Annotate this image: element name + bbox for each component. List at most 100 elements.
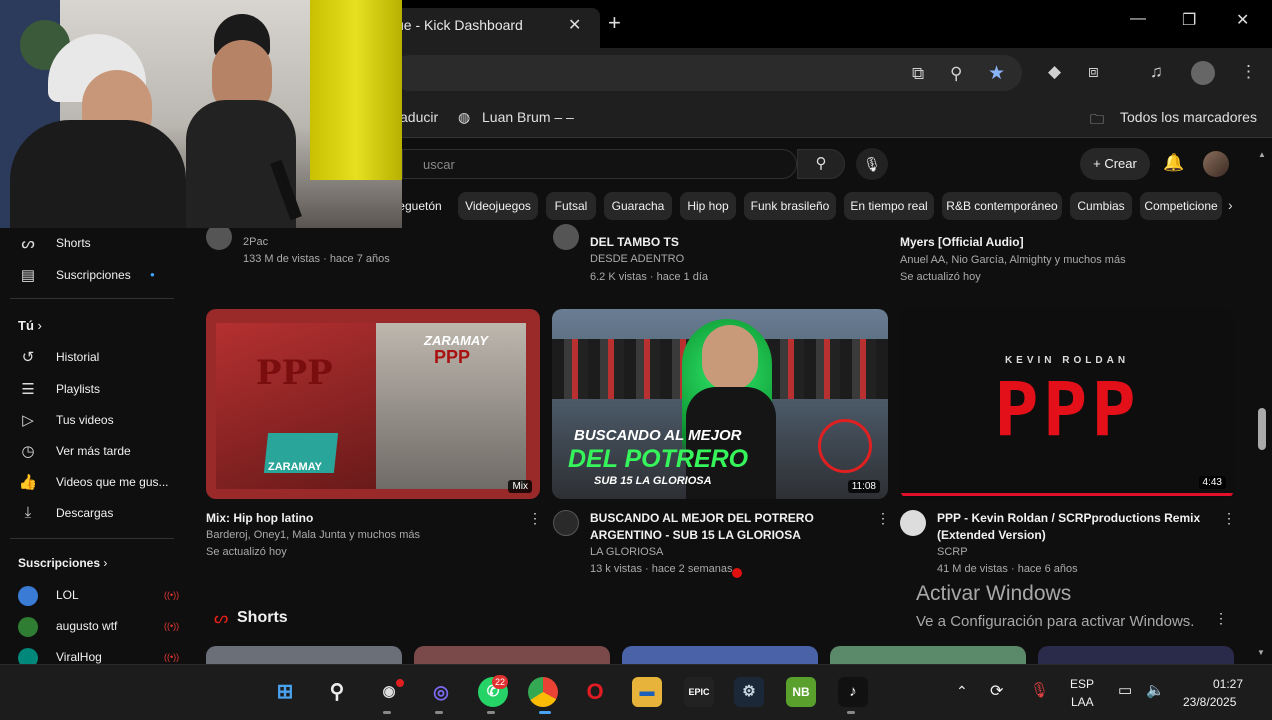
scrollbar-top-arrow[interactable]: ▲ [1258, 144, 1268, 190]
short-thumbnail[interactable] [206, 646, 402, 664]
chevron-up-icon[interactable]: ⌃ [956, 683, 968, 700]
short-thumbnail[interactable] [1038, 646, 1234, 664]
shorts-options-icon[interactable]: ⋮ [1214, 610, 1228, 627]
chrome-icon[interactable] [528, 677, 558, 707]
sidebar-divider [10, 538, 174, 539]
file-explorer-icon[interactable]: ▬ [632, 677, 662, 707]
video-channel[interactable]: Barderoj, Oney1, Mala Junta y muchos más [206, 529, 420, 541]
search-icon[interactable]: ⚲ [322, 677, 352, 707]
short-thumbnail[interactable] [414, 646, 610, 664]
video-thumbnail[interactable]: PPP ZARAMAY ZARAMAY PPP Mix [206, 309, 540, 499]
language-top[interactable]: ESP [1070, 677, 1094, 691]
subscription-item[interactable]: augusto wtf ((•)) [18, 615, 183, 639]
maximize-button[interactable]: ❐ [1182, 10, 1196, 30]
chip-en-tiempo-real[interactable]: En tiempo real [844, 192, 934, 220]
windows-start-icon[interactable]: ⊞ [270, 677, 300, 707]
channel-avatar [18, 586, 38, 606]
video-meta: 133 M de vistas · hace 7 años [243, 253, 390, 265]
video-title[interactable]: BUSCANDO AL MEJOR DEL POTRERO ARGENTINO … [590, 510, 850, 544]
search-input[interactable]: uscar [402, 149, 797, 179]
create-button[interactable]: + Crear [1080, 148, 1150, 180]
video-title[interactable]: Myers [Official Audio] [900, 234, 1024, 251]
short-thumbnail[interactable] [622, 646, 818, 664]
webcam-yellow-curtain [310, 0, 402, 180]
video-channel[interactable]: DESDE ADENTRO [590, 253, 684, 265]
sidebar-item-playlists[interactable]: ☰ Playlists [18, 378, 183, 402]
thumb-text-zaramay: ZARAMAY [424, 333, 489, 348]
video-title[interactable]: DEL TAMBO TS [590, 234, 679, 251]
chip-guaracha[interactable]: Guaracha [604, 192, 672, 220]
minimize-button[interactable]: — [1130, 10, 1146, 28]
you-heading[interactable]: Tú › [18, 318, 42, 333]
sidebar-item-history[interactable]: ↺ Historial [18, 346, 183, 370]
video-channel[interactable]: LA GLORIOSA [590, 546, 663, 558]
video-thumbnail[interactable]: KEVIN ROLDAN PPP 4:43 [900, 309, 1234, 499]
clock-time[interactable]: 01:27 [1213, 677, 1243, 691]
microphone-icon[interactable]: 🎙 [1030, 681, 1049, 699]
epic-games-icon[interactable]: EPIC [684, 677, 714, 707]
clock-date[interactable]: 23/8/2025 [1183, 695, 1236, 709]
sidebar-item-watch-later[interactable]: ◷ Ver más tarde [18, 440, 183, 464]
extensions-puzzle-icon[interactable]: ⧈ [1088, 62, 1099, 82]
steam-icon[interactable]: ⚙ [734, 677, 764, 707]
zoom-icon[interactable]: ⚲ [950, 64, 962, 84]
chip-competiciones[interactable]: Competicione [1140, 192, 1222, 220]
nb-app-icon[interactable]: NB [786, 677, 816, 707]
subscriptions-heading[interactable]: Suscripciones › [18, 556, 107, 570]
voice-search-button[interactable]: 🎙 [856, 148, 888, 180]
browser-tab[interactable]: ue - Kick Dashboard ✕ [392, 8, 600, 48]
channel-avatar[interactable] [900, 510, 926, 536]
channel-avatar[interactable] [553, 510, 579, 536]
sidebar-item-downloads[interactable]: ⤓ Descargas [18, 502, 183, 526]
language-bottom[interactable]: LAA [1071, 695, 1094, 709]
tiktok-icon[interactable]: ♪ [838, 677, 868, 707]
video-channel[interactable]: 2Pac [243, 236, 268, 248]
profile-avatar[interactable] [1191, 61, 1215, 85]
sidebar-item-shorts[interactable]: ᔕ Shorts [18, 232, 183, 256]
bookmark-luan-brum[interactable]: Luan Brum – – [482, 109, 574, 125]
chip-rnb[interactable]: R&B contemporáneo [942, 192, 1062, 220]
subscription-item[interactable]: LOL ((•)) [18, 584, 183, 608]
account-avatar[interactable] [1203, 151, 1229, 177]
sync-icon[interactable]: ⟳ [990, 681, 1003, 701]
more-options-icon[interactable]: ⋮ [528, 510, 542, 527]
chip-funk-brasileno[interactable]: Funk brasileño [744, 192, 836, 220]
menu-icon[interactable]: ⋮ [1240, 62, 1257, 82]
bookmark-translate[interactable]: aducir [400, 109, 438, 125]
short-thumbnail[interactable] [830, 646, 1026, 664]
video-channel[interactable]: SCRP [937, 546, 968, 558]
mix-badge: Mix [508, 480, 532, 493]
chip-futsal[interactable]: Futsal [546, 192, 596, 220]
opera-icon[interactable]: O [580, 677, 610, 707]
more-options-icon[interactable]: ⋮ [1222, 510, 1236, 527]
sidebar-item-your-videos[interactable]: ▷ Tus videos [18, 409, 183, 433]
chip-videojuegos[interactable]: Videojuegos [458, 192, 538, 220]
network-icon[interactable]: ▭ [1118, 681, 1132, 699]
install-app-icon[interactable]: ⧉ [912, 64, 924, 84]
new-tab-button[interactable]: + [608, 10, 621, 36]
volume-icon[interactable]: 🔈 [1146, 681, 1165, 699]
video-thumbnail[interactable]: BUSCANDO AL MEJOR DEL POTRERO SUB 15 LA … [552, 309, 888, 499]
close-tab-icon[interactable]: ✕ [568, 15, 581, 35]
sidebar-item-subscriptions[interactable]: ▤ Suscripciones ● [18, 264, 183, 288]
app-circle-icon[interactable]: ◎ [426, 677, 456, 707]
scrollbar-down-arrow[interactable]: ▼ [1257, 648, 1265, 657]
channel-avatar[interactable] [553, 224, 579, 250]
more-options-icon[interactable]: ⋮ [876, 510, 890, 527]
chevron-right-icon[interactable]: › [1228, 197, 1233, 213]
sidebar-item-liked[interactable]: 👍 Videos que me gus... [18, 471, 183, 495]
address-bar[interactable]: ⧉ ⚲ ★ [392, 55, 1022, 91]
video-title[interactable]: Mix: Hip hop latino [206, 510, 516, 527]
video-title[interactable]: PPP - Kevin Roldan / SCRPproductions Rem… [937, 510, 1207, 544]
bookmark-star-icon[interactable]: ★ [988, 62, 1005, 85]
search-button[interactable]: ⚲ [797, 149, 845, 179]
media-control-icon[interactable]: ♫ [1150, 62, 1163, 82]
close-window-button[interactable]: ✕ [1236, 10, 1249, 30]
chip-cumbias[interactable]: Cumbias [1070, 192, 1132, 220]
chip-hip-hop[interactable]: Hip hop [680, 192, 736, 220]
extension-shield-icon[interactable]: ◆ [1048, 62, 1061, 82]
page-scrollbar-thumb[interactable] [1258, 408, 1266, 450]
all-bookmarks-button[interactable]: Todos los marcadores [1120, 109, 1257, 125]
video-channel[interactable]: Anuel AA, Nio García, Almighty y muchos … [900, 254, 1126, 266]
notifications-bell-icon[interactable]: 🔔 [1163, 153, 1184, 173]
